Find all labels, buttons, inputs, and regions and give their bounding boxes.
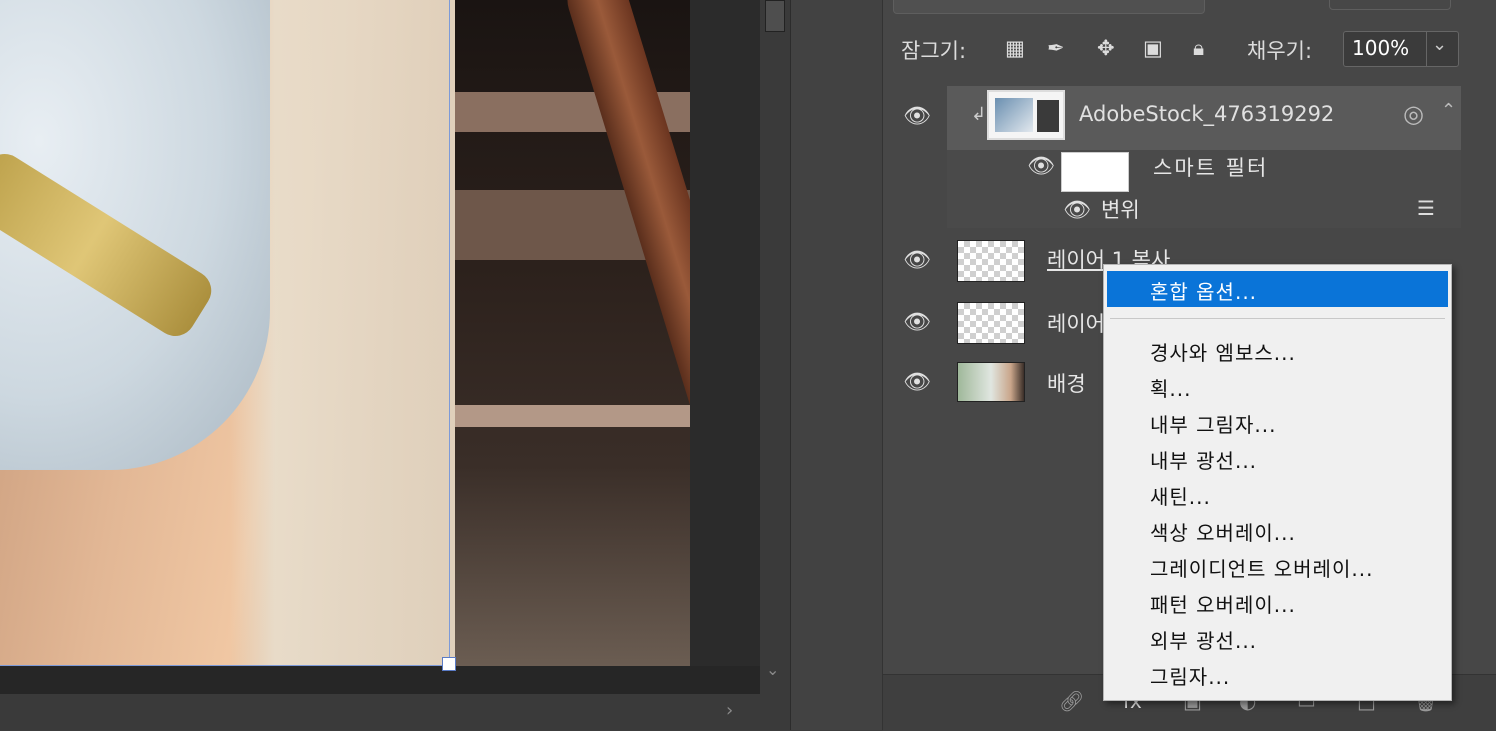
eye-icon[interactable]: 👁︎ <box>903 310 931 335</box>
menu-item-drop-shadow[interactable]: 그림자... <box>1150 661 1230 690</box>
layer-name[interactable]: AdobeStock_476319292 <box>1079 102 1334 126</box>
canvas-pasteboard <box>690 0 760 666</box>
lock-icon[interactable]: 🔒︎ <box>1193 36 1204 61</box>
document-canvas[interactable] <box>0 0 760 694</box>
menu-separator <box>1110 318 1445 319</box>
filter-mask-thumbnail[interactable] <box>1061 152 1129 192</box>
fill-field[interactable]: 100% ⌄ <box>1343 31 1459 67</box>
thumbnail-image <box>995 98 1033 132</box>
transform-handle[interactable] <box>442 657 456 671</box>
menu-item-satin[interactable]: 새틴... <box>1150 481 1211 510</box>
checkerboard-icon[interactable]: ▦ <box>1005 36 1025 60</box>
eye-icon[interactable]: 👁︎ <box>1027 154 1055 179</box>
fill-value[interactable]: 100% <box>1352 36 1409 60</box>
eye-icon[interactable]: 👁︎ <box>903 104 931 129</box>
eye-icon[interactable]: 👁︎ <box>1063 198 1091 223</box>
menu-item-bevel-emboss[interactable]: 경사와 엠보스... <box>1150 337 1296 366</box>
lock-label: 잠그기: <box>901 39 967 63</box>
layer-thumbnail[interactable] <box>987 90 1065 140</box>
menu-item-inner-shadow[interactable]: 내부 그림자... <box>1150 409 1276 438</box>
link-icon[interactable]: 🔗︎ <box>1059 689 1084 713</box>
fill-label: 채우기: <box>1247 39 1313 63</box>
crop-icon[interactable]: ▣ <box>1143 36 1163 60</box>
layer-name[interactable]: 배경 <box>1047 368 1086 398</box>
layer-thumbnail[interactable] <box>957 362 1025 402</box>
scrollbar-thumb[interactable] <box>765 0 785 32</box>
blend-mode-dropdown[interactable] <box>893 0 1205 14</box>
fill-divider <box>1426 32 1427 66</box>
chevron-down-icon[interactable]: ⌄ <box>1432 34 1447 55</box>
filter-options-icon[interactable]: ☰ <box>1417 196 1435 220</box>
lock-bar: 잠그기: ▦ ✒ ✥ ▣ 🔒︎ 채우기: 100% ⌄ <box>883 28 1496 72</box>
menu-item-gradient-overlay[interactable]: 그레이디언트 오버레이... <box>1150 553 1373 582</box>
menu-item-color-overlay[interactable]: 색상 오버레이... <box>1150 517 1296 546</box>
layer-thumbnail[interactable] <box>957 240 1025 282</box>
menu-item-stroke[interactable]: 획... <box>1150 373 1191 402</box>
layer-style-menu: 혼합 옵션... 경사와 엠보스... 획... 내부 그림자... 내부 광선… <box>1103 264 1452 701</box>
layer-row[interactable]: 👁︎ ↲ AdobeStock_476319292 ◎ ⌃ <box>883 86 1461 150</box>
smart-filters-group: 👁︎ 스마트 필터 👁︎ 변위 ☰ <box>947 150 1461 228</box>
layer-thumbnail[interactable] <box>957 302 1025 344</box>
move-icon[interactable]: ✥ <box>1097 36 1115 60</box>
chevron-right-icon[interactable]: › <box>726 700 733 721</box>
transform-bounding-box <box>0 0 450 666</box>
smart-filter-label[interactable]: 스마트 필터 <box>1153 152 1268 182</box>
panel-gutter <box>790 0 883 730</box>
filter-name[interactable]: 변위 <box>1101 194 1140 224</box>
menu-item-outer-glow[interactable]: 외부 광선... <box>1150 625 1257 654</box>
horizontal-scrollbar[interactable]: › <box>0 694 790 730</box>
layer-name[interactable]: 레이어 <box>1047 308 1105 338</box>
canvas-pasteboard <box>0 666 760 694</box>
smart-object-badge-icon <box>1037 100 1059 132</box>
opacity-field[interactable] <box>1329 0 1451 10</box>
vertical-scrollbar[interactable]: ⌄ <box>760 0 790 694</box>
brush-icon[interactable]: ✒ <box>1047 36 1065 60</box>
chevron-up-icon[interactable]: ⌃ <box>1441 100 1456 121</box>
menu-item-inner-glow[interactable]: 내부 광선... <box>1150 445 1257 474</box>
menu-item-pattern-overlay[interactable]: 패턴 오버레이... <box>1150 589 1296 618</box>
menu-item-label[interactable]: 혼합 옵션... <box>1150 276 1257 305</box>
smart-filter-toggle-icon[interactable]: ◎ <box>1403 100 1424 128</box>
canvas-image-shelf <box>455 405 690 427</box>
clipping-arrow-icon: ↲ <box>971 104 987 125</box>
chevron-down-icon[interactable]: ⌄ <box>766 660 779 679</box>
eye-icon[interactable]: 👁︎ <box>903 370 931 395</box>
eye-icon[interactable]: 👁︎ <box>903 248 931 273</box>
